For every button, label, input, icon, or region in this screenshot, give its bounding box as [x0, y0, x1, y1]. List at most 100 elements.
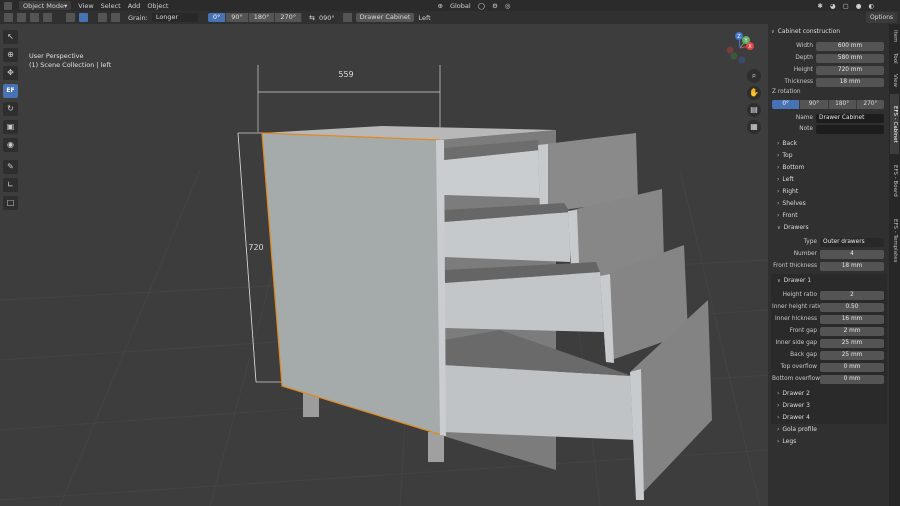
perspective-toggle-icon[interactable]: ▦	[747, 120, 761, 134]
back-gap-field[interactable]: 25 mm	[820, 350, 884, 360]
xray-icon[interactable]: ▢	[843, 2, 849, 10]
width-field[interactable]: 600 mm	[816, 41, 884, 51]
shading-solid-icon[interactable]: ●	[856, 2, 862, 10]
chevron-down-icon: ▾	[63, 1, 68, 10]
scale-icon[interactable]: ▣	[3, 120, 18, 134]
select-cursor-icon[interactable]: ↖	[3, 30, 18, 44]
number-label: Number	[793, 251, 817, 257]
scene-render: 559 720 X Y Z	[0, 24, 768, 506]
zrot-270-button[interactable]: 270°	[856, 100, 884, 109]
options-button[interactable]: Options	[866, 12, 898, 23]
type-dropdown[interactable]: Outer drawers	[820, 237, 884, 247]
panel-title[interactable]: Cabinet construction	[771, 28, 840, 35]
bottom-overflow-field[interactable]: 0 mm	[820, 374, 884, 384]
height-ratio-label: Height ratio	[782, 292, 817, 298]
section-drawer1[interactable]: Drawer 1	[777, 277, 812, 284]
object-name-field[interactable]: Drawer Cabinet	[355, 13, 415, 22]
transform-orientation-icon[interactable]: ⊕	[437, 2, 442, 10]
section-left[interactable]: Left	[777, 176, 793, 183]
snap-icon[interactable]: ⚙	[492, 2, 498, 10]
tab-view[interactable]: View	[890, 70, 899, 92]
section-right[interactable]: Right	[777, 188, 798, 195]
angle-90-button[interactable]: 90°	[226, 13, 249, 22]
depth-row: Depth 580 mm	[772, 53, 884, 63]
gizmo-toggle-icon[interactable]: ✱	[817, 2, 822, 10]
note-field[interactable]	[816, 124, 884, 134]
front-thickness-row: Front thickness 18 mm	[772, 261, 884, 271]
depth-label: Depth	[795, 55, 813, 61]
shading-material-icon[interactable]: ◐	[868, 2, 874, 10]
zoom-icon[interactable]: ⌕	[747, 69, 761, 83]
swap-icon[interactable]: ⇆	[309, 14, 315, 22]
depth-field[interactable]: 580 mm	[816, 53, 884, 63]
section-drawer4[interactable]: Drawer 4	[777, 414, 810, 421]
cursor-icon[interactable]: ⊕	[3, 48, 18, 62]
tab-efs-cabinet[interactable]: EFS - Cabinet	[890, 94, 899, 154]
height-ratio-field[interactable]: 2	[820, 290, 884, 300]
section-drawer2[interactable]: Drawer 2	[777, 390, 810, 397]
section-drawer3[interactable]: Drawer 3	[777, 402, 810, 409]
menu-object[interactable]: Object	[147, 2, 168, 10]
pivot-icon[interactable]: ◯	[478, 2, 485, 10]
measure-icon[interactable]: ∟	[3, 178, 18, 192]
section-top[interactable]: Top	[777, 152, 792, 159]
zrot-90-button[interactable]: 90°	[800, 100, 829, 109]
cabinet-icon	[342, 13, 352, 22]
inner-side-gap-field[interactable]: 25 mm	[820, 338, 884, 348]
add-cube-icon[interactable]: □	[3, 196, 18, 210]
rotate-icon[interactable]: ↻	[3, 102, 18, 116]
zrot-0-button[interactable]: 0°	[772, 100, 801, 109]
front-thickness-field[interactable]: 18 mm	[820, 261, 884, 271]
ef-tool-button[interactable]: EF	[3, 84, 18, 98]
thickness-field[interactable]: 18 mm	[816, 77, 884, 87]
select-extend-icon[interactable]	[17, 13, 26, 22]
move-icon[interactable]: ✥	[3, 66, 18, 80]
transform-icon[interactable]: ◉	[3, 138, 18, 152]
snap-grid-icon[interactable]	[79, 13, 88, 22]
align-icon[interactable]	[98, 13, 107, 22]
distribute-icon[interactable]	[111, 13, 120, 22]
inner-height-ratio-field[interactable]: 0.50	[820, 302, 884, 312]
tab-efs-board[interactable]: EFS - Board	[890, 156, 899, 206]
editor-type-icon[interactable]	[4, 1, 12, 10]
menu-select[interactable]: Select	[101, 2, 121, 10]
3d-viewport[interactable]: 559 720 X Y Z User Perspective (1) Scene…	[0, 24, 768, 506]
pan-hand-icon[interactable]: ✋	[747, 86, 761, 100]
mode-dropdown[interactable]: Object Mode ▾	[19, 1, 72, 10]
section-back[interactable]: Back	[777, 140, 797, 147]
select-invert-icon[interactable]	[43, 13, 52, 22]
camera-view-icon[interactable]: ▤	[747, 103, 761, 117]
front-gap-field[interactable]: 2 mm	[820, 326, 884, 336]
angle-0-button[interactable]: 0°	[207, 13, 227, 22]
section-drawers[interactable]: Drawers	[777, 224, 809, 231]
menu-view[interactable]: View	[78, 2, 93, 10]
number-field[interactable]: 4	[820, 249, 884, 259]
select-subtract-icon[interactable]	[30, 13, 39, 22]
menu-add[interactable]: Add	[128, 2, 141, 10]
section-shelves[interactable]: Shelves	[777, 200, 805, 207]
angle-270-button[interactable]: 270°	[275, 13, 303, 22]
section-front[interactable]: Front	[777, 212, 797, 219]
tab-efs-templates[interactable]: EFS - Templates	[890, 208, 899, 274]
proportional-edit-icon[interactable]: ◎	[505, 2, 511, 10]
note-row: Note	[772, 124, 884, 134]
orientation-dropdown[interactable]: Global	[450, 2, 471, 10]
tab-tool[interactable]: Tool	[890, 48, 899, 68]
annotate-icon[interactable]: ✎	[3, 160, 18, 174]
section-gola-profile[interactable]: Gola profile	[777, 426, 817, 433]
select-intersect-icon[interactable]	[66, 13, 75, 22]
height-field[interactable]: 720 mm	[816, 65, 884, 75]
name-field[interactable]: Drawer Cabinet	[816, 113, 884, 123]
angle-180-button[interactable]: 180°	[248, 13, 276, 22]
inner-thickness-field[interactable]: 16 mm	[820, 314, 884, 324]
zrot-180-button[interactable]: 180°	[828, 100, 857, 109]
top-menubar: Object Mode ▾ View Select Add Object ⊕ Gl…	[0, 0, 900, 11]
section-bottom[interactable]: Bottom	[777, 164, 804, 171]
select-box-icon[interactable]	[4, 13, 13, 22]
top-overflow-field[interactable]: 0 mm	[820, 362, 884, 372]
grain-dropdown[interactable]: Longer	[151, 13, 198, 22]
thickness-label: Thickness	[784, 79, 813, 85]
overlay-icon[interactable]: ◕	[830, 2, 836, 10]
tab-item[interactable]: Item	[890, 26, 899, 46]
section-legs[interactable]: Legs	[777, 438, 796, 445]
